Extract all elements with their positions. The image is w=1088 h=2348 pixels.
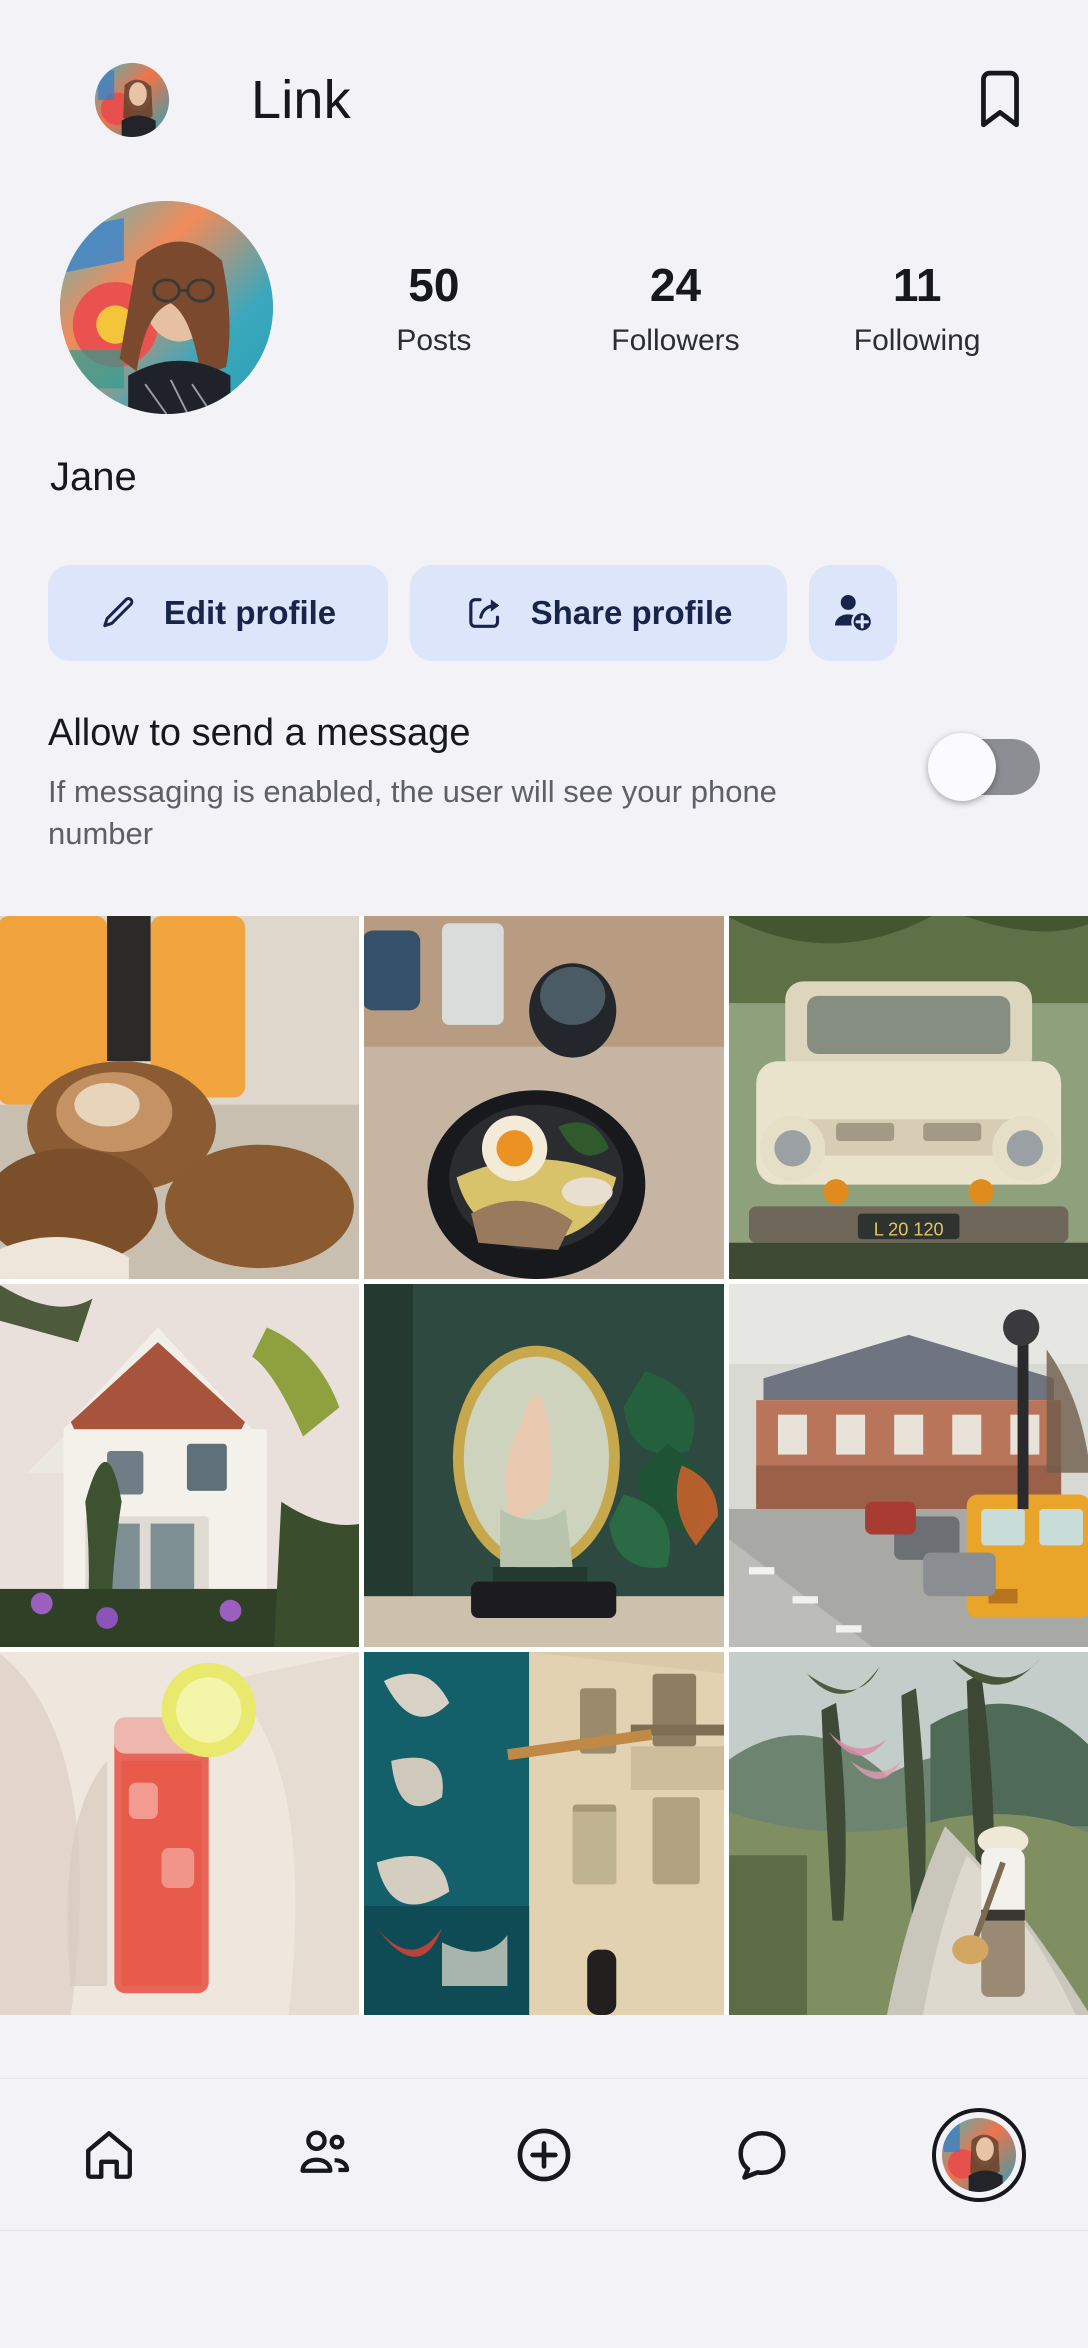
share-profile-button[interactable]: Share profile bbox=[410, 565, 787, 661]
add-person-icon bbox=[834, 594, 874, 633]
app-bar: Link bbox=[0, 0, 1088, 200]
toggle-knob bbox=[928, 733, 996, 801]
bottom-safe-area bbox=[0, 2230, 1088, 2348]
share-icon bbox=[468, 598, 499, 628]
home-icon bbox=[85, 2130, 132, 2179]
stat-followers-label: Followers bbox=[611, 323, 740, 357]
add-person-button[interactable] bbox=[809, 565, 897, 661]
edit-profile-button[interactable]: Edit profile bbox=[48, 565, 388, 661]
grid-tile-7[interactable] bbox=[0, 1652, 360, 2016]
nav-friends[interactable] bbox=[261, 2100, 391, 2210]
people-icon bbox=[300, 2129, 350, 2173]
grid-tile-3[interactable]: L 20 120 bbox=[728, 916, 1088, 1280]
message-permission-setting: Allow to send a message If messaging is … bbox=[0, 661, 1088, 856]
stat-following[interactable]: 11 Following bbox=[842, 257, 992, 358]
plus-circle-icon bbox=[517, 2128, 571, 2181]
setting-title: Allow to send a message bbox=[48, 712, 471, 754]
chat-bubble-icon bbox=[738, 2130, 786, 2180]
profile-summary: 50 Posts 24 Followers 11 Following bbox=[0, 200, 1088, 415]
grid-tile-5[interactable] bbox=[364, 1284, 724, 1648]
allow-message-toggle[interactable] bbox=[928, 733, 1040, 801]
nav-home[interactable] bbox=[44, 2100, 174, 2210]
phone-screen: Link 50 Posts 24 Followers 11 Following … bbox=[0, 0, 1088, 2348]
display-name: Jane bbox=[50, 455, 137, 499]
header-avatar[interactable] bbox=[95, 63, 169, 137]
stat-following-value: 11 bbox=[892, 259, 942, 312]
nav-create[interactable] bbox=[479, 2100, 609, 2210]
bottom-navigation bbox=[0, 2078, 1088, 2230]
nav-profile-avatar bbox=[942, 2117, 1017, 2192]
stat-posts-value: 50 bbox=[408, 259, 460, 312]
stat-posts-label: Posts bbox=[396, 323, 472, 357]
stat-following-label: Following bbox=[853, 323, 981, 357]
nav-profile[interactable] bbox=[914, 2100, 1044, 2210]
grid-tile-2[interactable] bbox=[364, 916, 724, 1280]
grid-tile-4[interactable] bbox=[0, 1284, 360, 1648]
grid-tile-6[interactable] bbox=[728, 1284, 1088, 1648]
profile-avatar[interactable] bbox=[60, 201, 273, 414]
setting-description: If messaging is enabled, the user will s… bbox=[48, 773, 777, 852]
stat-followers-value: 24 bbox=[649, 259, 702, 312]
share-profile-label: Share profile bbox=[530, 594, 733, 631]
stat-followers[interactable]: 24 Followers bbox=[600, 257, 750, 358]
stat-posts[interactable]: 50 Posts bbox=[359, 257, 509, 358]
bookmark-icon bbox=[981, 70, 1019, 128]
nav-profile-ring bbox=[932, 2107, 1027, 2202]
edit-profile-label: Edit profile bbox=[163, 594, 337, 631]
bookmark-button[interactable] bbox=[960, 60, 1040, 140]
svg-text:L 20 120: L 20 120 bbox=[873, 1220, 943, 1240]
setting-text-block: Allow to send a message If messaging is … bbox=[48, 711, 932, 856]
pencil-icon bbox=[103, 597, 134, 628]
nav-messages[interactable] bbox=[697, 2100, 827, 2210]
stats-row: 50 Posts 24 Followers 11 Following bbox=[273, 257, 1048, 358]
photo-grid: L 20 120 bbox=[0, 916, 1088, 2016]
profile-actions: Edit profile Share profile bbox=[0, 500, 1088, 661]
grid-tile-8[interactable] bbox=[364, 1652, 724, 2016]
grid-tile-1[interactable] bbox=[0, 916, 360, 1280]
grid-tile-9[interactable] bbox=[728, 1652, 1088, 2016]
page-title: Link bbox=[251, 70, 351, 130]
